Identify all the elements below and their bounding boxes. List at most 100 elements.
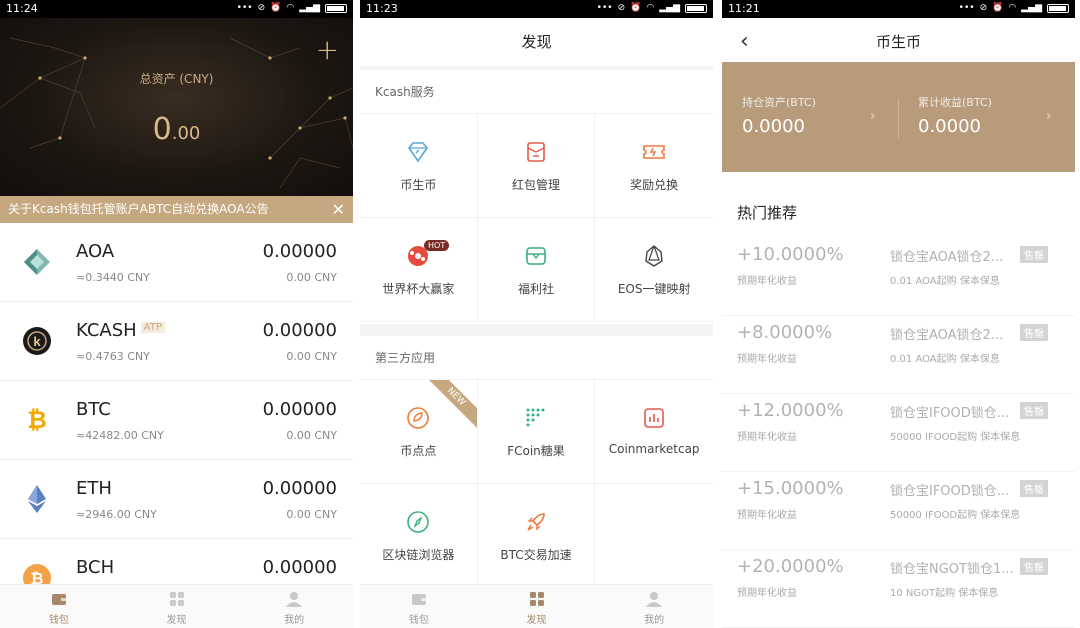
service-label: 福利社 [517, 282, 554, 296]
nav-bar: ‹ 币生币 [722, 18, 1075, 66]
close-icon[interactable]: ✕ [332, 196, 345, 223]
status-time: 11:21 [728, 2, 760, 15]
sold-out-badge: 售罄 [1020, 246, 1048, 263]
tab-discover[interactable]: 发现 [478, 585, 596, 628]
chevron-right-icon: › [870, 108, 876, 124]
service-label: 红包管理 [511, 178, 560, 192]
status-bar: 11:23 ••• ⊘ ⏰ ◠ ▂▄▆ [360, 0, 713, 18]
network-lines-decoration [0, 37, 353, 189]
chart-icon [644, 408, 664, 428]
product-row[interactable]: +15.0000% 预期年化收益 锁仓宝IFOOD锁仓... 售罄 50000 … [722, 472, 1075, 550]
announcement-text: 关于Kcash钱包托管账户ABTC自动兑换AOA公告 [8, 202, 269, 216]
service-bishengbi[interactable]: 币生币 [360, 114, 478, 218]
tab-wallet[interactable]: 钱包 [360, 585, 478, 628]
coin-price: ≈42482.00 CNY [76, 429, 164, 442]
sold-out-badge: 售罄 [1020, 324, 1048, 341]
service-world-cup[interactable]: HOT 世界杯大赢家 [360, 218, 478, 322]
product-row[interactable]: +20.0000% 预期年化收益 锁仓宝NGOT锁仓1... 售罄 10 NGO… [722, 550, 1075, 628]
product-rate-label: 预期年化收益 [737, 588, 797, 599]
app-blockchain-explorer[interactable]: 区块链浏览器 [360, 484, 478, 588]
product-name: 锁仓宝IFOOD锁仓... [890, 406, 1010, 421]
ticket-icon [643, 145, 665, 159]
holding-value: 0.0000 [742, 116, 805, 137]
tab-profile[interactable]: 我的 [595, 585, 713, 628]
coin-name: AOA [76, 241, 115, 262]
product-row[interactable]: +8.0000% 预期年化收益 锁仓宝AOA锁仓2... 售罄 0.01 AOA… [722, 316, 1075, 394]
user-icon [646, 592, 663, 607]
section-title: Kcash服务 [360, 70, 713, 114]
earnings-label: 累计收益(BTC) [918, 96, 992, 109]
holding-asset[interactable]: 持仓资产(BTC) 0.0000 [742, 94, 816, 137]
tab-profile[interactable]: 我的 [235, 585, 353, 628]
rocket-icon [527, 513, 545, 531]
app-label: 区块链浏览器 [382, 548, 455, 562]
hot-recommend-title: 热门推荐 [737, 204, 798, 222]
red-envelope-icon [527, 142, 545, 162]
page-title: 发现 [360, 18, 713, 66]
back-arrow-icon[interactable]: ‹ [740, 18, 749, 66]
tab-discover[interactable]: 发现 [118, 585, 236, 628]
coin-cny-value: 0.00 CNY [286, 429, 337, 442]
kcash-icon: k [23, 327, 51, 355]
battery-icon [1047, 3, 1069, 13]
compass-icon [407, 511, 430, 533]
bishengbi-screen: 11:21 ••• ⊘ ⏰ ◠ ▂▄▆ ‹ 币生币 持仓资产(BTC) 0.00… [722, 0, 1075, 628]
product-name: 锁仓宝AOA锁仓2... [890, 250, 1004, 265]
wifi-icon: ◠ [286, 3, 295, 13]
coin-row-aoa[interactable]: AOA ≈0.3440 CNY 0.00000 0.00 CNY [0, 223, 353, 302]
asset-header: + 总资产 (CNY) 0.00 [0, 18, 353, 196]
app-btc-accelerate[interactable]: BTC交易加速 [477, 484, 596, 588]
add-asset-button[interactable]: + [316, 36, 339, 64]
coin-row-btc[interactable]: ₿ BTC ≈42482.00 CNY 0.00000 0.00 CNY [0, 381, 353, 460]
wallet-screen: 11:24 ••• ⊘ ⏰ ◠ ▂▄▆ + 总资产 (CNY) 0.00 关于K… [0, 0, 353, 628]
service-red-envelope[interactable]: 红包管理 [477, 114, 596, 218]
app-label: 币点点 [400, 444, 437, 458]
service-grid: 币生币 红包管理 奖励兑换 HOT 世界杯大赢家 福利社 EOS一键映射 [360, 114, 713, 322]
coin-price: ≈0.3440 CNY [76, 271, 150, 284]
tab-wallet[interactable]: 钱包 [0, 585, 118, 628]
cumulative-earnings[interactable]: 累计收益(BTC) 0.0000 [918, 94, 992, 137]
product-name: 锁仓宝NGOT锁仓1... [890, 562, 1014, 577]
coin-name: ETH [76, 478, 112, 499]
product-rate-label: 预期年化收益 [737, 276, 797, 287]
service-welfare[interactable]: 福利社 [477, 218, 596, 322]
product-row[interactable]: +12.0000% 预期年化收益 锁仓宝IFOOD锁仓... 售罄 50000 … [722, 394, 1075, 472]
kcash-services-section: Kcash服务 币生币 红包管理 奖励兑换 HOT 世界杯大赢家 福利社 EOS… [360, 70, 713, 324]
announcement-banner[interactable]: 关于Kcash钱包托管账户ABTC自动兑换AOA公告 ✕ [0, 196, 353, 223]
app-bidiandian[interactable]: NEW 币点点 [360, 380, 478, 484]
product-rate: +8.0000% [737, 322, 833, 343]
service-label: EOS一键映射 [617, 282, 691, 296]
status-icons: ••• ⊘ ⏰ ◠ ▂▄▆ [959, 2, 1069, 14]
product-name: 锁仓宝AOA锁仓2... [890, 328, 1004, 343]
alarm-icon: ⏰ [630, 3, 642, 13]
signal-icon: ▂▄▆ [659, 3, 680, 13]
sold-out-badge: 售罄 [1020, 558, 1048, 575]
grid-icon [169, 592, 184, 606]
coin-row-kcash[interactable]: k KCASH ATP ≈0.4763 CNY 0.00000 0.00 CNY [0, 302, 353, 381]
service-eos-mapping[interactable]: EOS一键映射 [595, 218, 713, 322]
mute-icon: ⊘ [979, 3, 988, 13]
bottom-tab-bar: 钱包 发现 我的 [0, 584, 353, 628]
product-row[interactable]: +10.0000% 预期年化收益 锁仓宝AOA锁仓2... 售罄 0.01 AO… [722, 238, 1075, 316]
eth-icon [28, 485, 46, 513]
coin-row-eth[interactable]: ETH ≈2946.00 CNY 0.00000 0.00 CNY [0, 460, 353, 539]
coin-amount: 0.00000 [262, 478, 337, 499]
tab-label: 我的 [644, 615, 665, 626]
diamond-icon [408, 142, 429, 163]
service-reward-exchange[interactable]: 奖励兑换 [595, 114, 713, 218]
more-dots-icon: ••• [236, 3, 253, 13]
status-time: 11:24 [6, 2, 38, 15]
product-rate: +10.0000% [737, 244, 844, 265]
app-fcoin[interactable]: FCoin糖果 [477, 380, 596, 484]
third-party-section: 第三方应用 NEW 币点点 FCoin糖果 Coinmarketcap 区块链浏… [360, 336, 713, 588]
app-coinmarketcap[interactable]: Coinmarketcap [595, 380, 713, 484]
tab-label: 发现 [526, 615, 547, 626]
service-label: 世界杯大赢家 [382, 282, 455, 296]
coin-cny-value: 0.00 CNY [286, 508, 337, 521]
fcoin-icon [526, 408, 545, 427]
holding-label: 持仓资产(BTC) [742, 96, 816, 109]
aoa-icon [24, 249, 50, 275]
product-rate: +15.0000% [737, 478, 844, 499]
sold-out-badge: 售罄 [1020, 480, 1048, 497]
btc-icon: ₿ [27, 406, 47, 434]
